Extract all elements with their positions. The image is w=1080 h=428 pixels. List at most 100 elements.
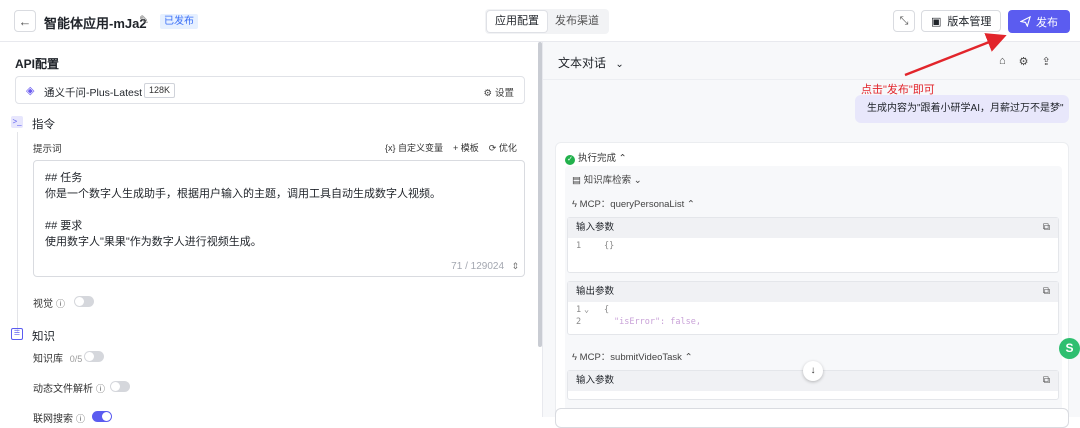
clear-icon[interactable]: ⌂ — [999, 55, 1006, 68]
preview-panel: 文本对话 ⌄ ⌂ ⚙ ⇪ 点击"发布"即可 生成内容为"跟着小研学AI，月薪过万… — [543, 42, 1080, 428]
kb-search-label: 知识库检索 — [583, 175, 632, 186]
output-params-header: 输出参数 ⧉ — [568, 282, 1058, 302]
web-search-row: 联网搜索 ⓘ — [33, 410, 85, 425]
gear-icon: ⚙ — [483, 88, 492, 99]
chevron-down-icon: ⌄ — [633, 175, 642, 186]
char-counter: 71 / 129024 — [451, 261, 504, 272]
chevron-up-icon: ⌃ — [618, 153, 627, 164]
code-text: "isError": false, — [614, 317, 701, 327]
output-params-box: 输出参数 ⧉ 1 ⌄ { 2 "isError": false, — [567, 281, 1059, 335]
code-text: { — [604, 305, 610, 315]
edit-icon[interactable]: ✎ — [139, 13, 149, 27]
share-icon[interactable]: ⇪ — [1042, 55, 1051, 68]
preview-toolbar: ⌂ ⚙ ⇪ — [999, 55, 1051, 68]
optimize-button[interactable]: ⟳ 优化 — [489, 141, 517, 154]
mcp-step-label: MCP：queryPersonaList — [579, 199, 685, 210]
vision-label-text: 视觉 — [33, 299, 53, 310]
publish-label: 发布 — [1036, 16, 1058, 29]
output-params-label: 输出参数 — [576, 286, 615, 297]
knowledge-title: 知识 — [32, 331, 55, 343]
model-name: 通义千问-Plus-Latest — [44, 87, 143, 99]
settings-label: 设置 — [494, 88, 514, 99]
arrow-down-icon: ↓ — [810, 365, 816, 376]
exec-status[interactable]: ✓ 执行完成 ⌃ — [565, 150, 627, 165]
check-icon: ✓ — [565, 155, 575, 165]
input-params-label: 输入参数 — [576, 375, 615, 386]
model-context-tag: 128K — [144, 83, 176, 98]
mcp-step-label: MCP：submitVideoTask — [579, 352, 682, 363]
info-icon: ⓘ — [76, 414, 86, 424]
collapse-button[interactable]: ⤡ — [893, 10, 915, 32]
tab-app-config[interactable]: 应用配置 — [487, 11, 547, 32]
chevron-down-icon: ⌄ — [615, 59, 624, 70]
mcp-step-submit[interactable]: ϟ MCP：submitVideoTask ⌃ — [572, 349, 693, 363]
kb-count: 0/5 — [69, 354, 83, 364]
copy-icon[interactable]: ⧉ — [1043, 282, 1050, 302]
input-params-label: 输入参数 — [576, 222, 615, 233]
code-line-number: 1 — [576, 305, 582, 315]
document-icon: ▤ — [572, 175, 581, 186]
header-divider — [543, 79, 1080, 80]
model-logo-icon: ◈ — [26, 85, 35, 97]
kb-toggle[interactable] — [84, 351, 104, 362]
version-management-button[interactable]: ▣ 版本管理 — [921, 10, 1002, 32]
chevron-up-icon: ⌃ — [684, 352, 693, 363]
bolt-icon: ϟ — [572, 352, 578, 363]
knowledge-icon: ☰ — [11, 328, 23, 340]
bolt-icon: ϟ — [572, 199, 578, 210]
prompt-actions: {x} 自定义变量 + 模板 ⟳ 优化 — [385, 141, 517, 154]
chat-mode-selector[interactable]: 文本对话 ⌄ — [558, 54, 624, 71]
code-text: {} — [604, 241, 615, 251]
fold-chevron-icon[interactable]: ⌄ — [584, 305, 589, 315]
back-button[interactable]: ← — [14, 10, 36, 32]
api-config-title: API配置 — [15, 57, 60, 71]
top-header: ← 智能体应用-mJa2 ✎ 已发布 应用配置 发布渠道 ⤡ ▣ 版本管理 发布 — [0, 0, 1080, 42]
floating-assistant-icon[interactable]: S — [1059, 338, 1080, 359]
info-icon: ⓘ — [96, 384, 106, 394]
tab-publish-channels[interactable]: 发布渠道 — [547, 11, 607, 32]
expand-icon[interactable]: ⇕ — [511, 261, 519, 272]
version-label: 版本管理 — [947, 16, 992, 28]
kb-row: 知识库 0/5 — [33, 350, 82, 365]
app-title: 智能体应用-mJa2 — [44, 16, 147, 31]
send-icon — [1020, 16, 1031, 27]
dynamic-file-toggle[interactable] — [110, 381, 130, 392]
collapse-icon: ⤡ — [899, 14, 909, 27]
prompt-line: ## 任务 — [45, 172, 83, 184]
dynamic-file-label: 动态文件解析 — [33, 384, 93, 395]
web-search-label: 联网搜索 — [33, 414, 73, 425]
gear-icon[interactable]: ⚙ — [1019, 55, 1029, 68]
prompt-label: 提示词 — [33, 144, 62, 155]
mcp-step-query[interactable]: ϟ MCP：queryPersonaList ⌃ — [572, 196, 695, 210]
model-selector[interactable]: ◈ 通义千问-Plus-Latest 128K ⚙ 设置 — [15, 76, 525, 104]
user-message-bubble: 生成内容为"跟着小研学AI，月薪过万不是梦" — [855, 95, 1069, 123]
prompt-line: 你是一个数字人生成助手，根据用户输入的主题，调用工具自动生成数字人视频。 — [45, 188, 441, 200]
prompt-textarea[interactable]: ## 任务 你是一个数字人生成助手，根据用户输入的主题，调用工具自动生成数字人视… — [33, 160, 525, 277]
chevron-up-icon: ⌃ — [686, 199, 695, 210]
config-tabs: 应用配置 发布渠道 — [485, 9, 609, 34]
kb-search-step[interactable]: ▤ 知识库检索 ⌄ — [572, 172, 642, 186]
code-line-number: 1 — [576, 241, 582, 251]
model-settings-button[interactable]: ⚙ 设置 — [483, 85, 514, 99]
version-icon: ▣ — [931, 15, 942, 28]
copy-icon[interactable]: ⧉ — [1043, 371, 1050, 391]
prompt-line: ## 要求 — [45, 220, 83, 232]
chat-input[interactable] — [555, 408, 1069, 428]
template-button[interactable]: + 模板 — [453, 141, 479, 154]
vision-toggle[interactable] — [74, 296, 94, 307]
kb-label: 知识库 — [33, 354, 63, 365]
config-panel: API配置 ◈ 通义千问-Plus-Latest 128K ⚙ 设置 >_ 指令 … — [0, 42, 542, 425]
arrow-left-icon: ← — [18, 13, 32, 29]
vision-label: 视觉 ⓘ — [33, 295, 65, 310]
input-params-box: 输入参数 ⧉ 1 {} — [567, 217, 1059, 273]
chat-mode-label: 文本对话 — [558, 56, 607, 70]
custom-variable-button[interactable]: {x} 自定义变量 — [385, 141, 443, 154]
scroll-down-button[interactable]: ↓ — [803, 361, 823, 381]
exec-status-label: 执行完成 — [578, 153, 617, 164]
code-line-number: 2 — [576, 317, 582, 327]
section-guide-line — [17, 132, 18, 332]
instructions-title: 指令 — [32, 119, 55, 131]
status-badge: 已发布 — [160, 14, 198, 29]
copy-icon[interactable]: ⧉ — [1043, 218, 1050, 238]
publish-button[interactable]: 发布 — [1008, 10, 1070, 33]
